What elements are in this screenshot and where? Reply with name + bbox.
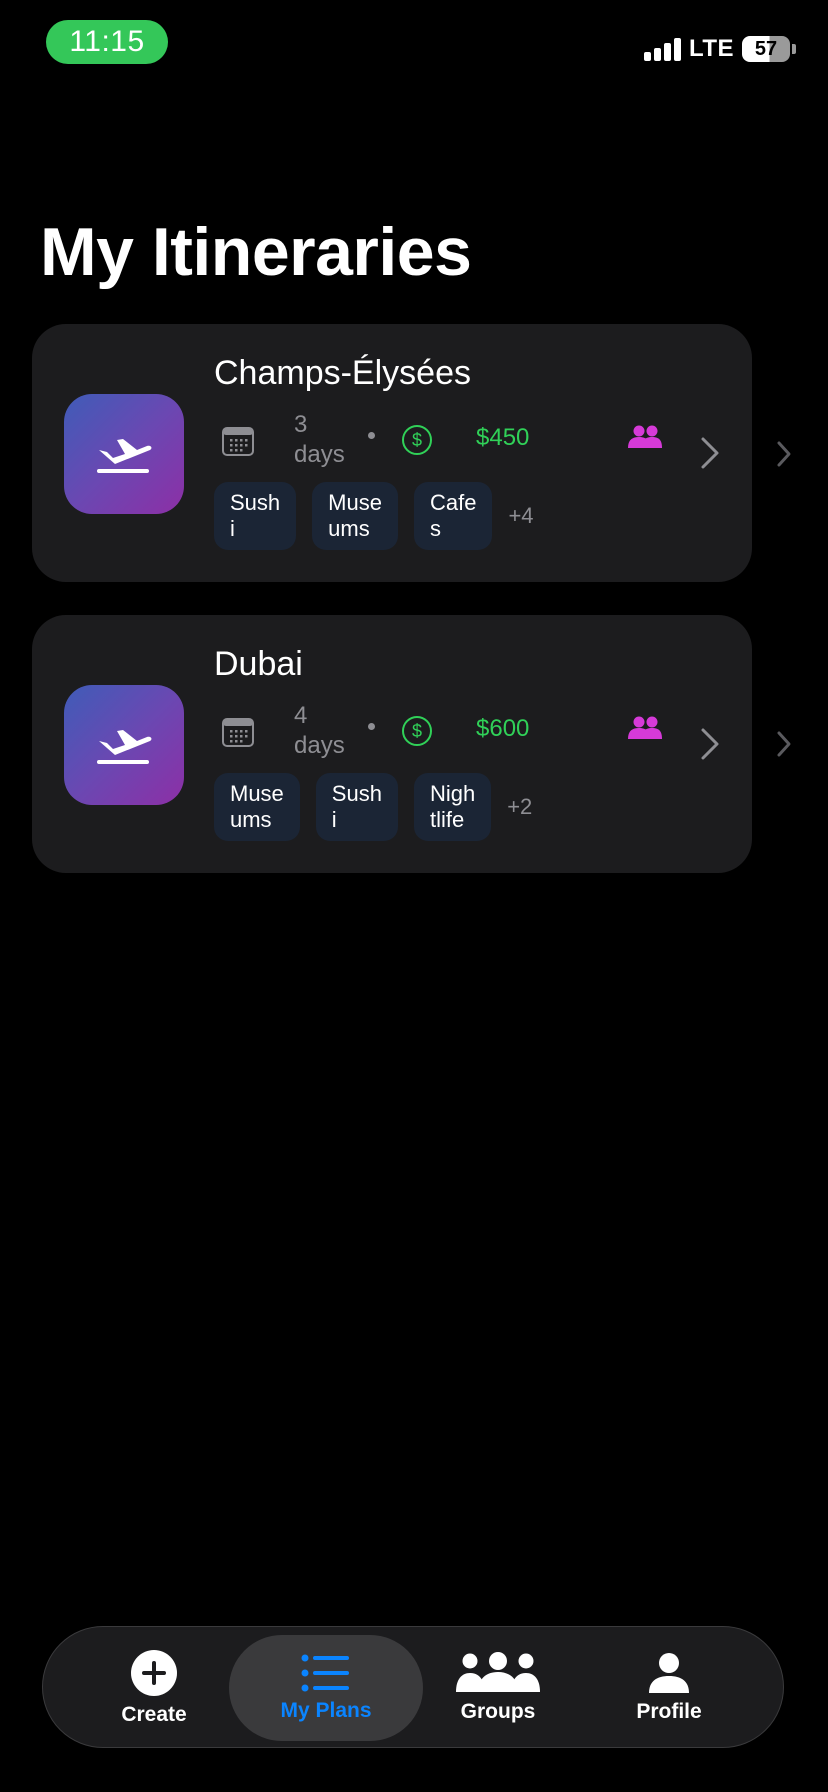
signal-icon [643,37,681,61]
duration-unit: days [294,732,345,759]
tab-create[interactable]: Create [73,1635,235,1741]
dollar-icon: $ [402,716,432,746]
chevron-right-icon[interactable] [776,730,792,758]
airplane-takeoff-icon [97,439,152,473]
duration-number: 4 [294,702,308,729]
interest-tag: Nigh tlife [413,773,492,841]
itinerary-thumbnail [64,685,184,805]
tab-groups[interactable]: Groups [403,1635,593,1741]
tab-label: My Plans [280,1699,372,1722]
network-label: LTE [688,35,734,62]
chevron-right-icon[interactable] [700,436,720,470]
price-text: $450 [476,424,530,451]
shared-group-icon [628,425,662,448]
more-tags-count: +2 [507,794,533,819]
duration-number: 3 [294,411,308,438]
list-icon [301,1654,349,1692]
status-time: 11:15 [46,20,168,64]
interest-tag: Muse ums [214,773,300,841]
duration-text: 4 days [294,701,364,761]
tab-label: Groups [460,1700,536,1723]
separator-dot [368,723,375,730]
itinerary-title: Dubai [214,645,303,683]
itinerary-card[interactable]: Dubai 4 days $ $600 Muse ums Sush i Nigh tl… [32,615,752,873]
interest-tags: Muse ums Sush i Nigh tlife +2 [214,773,532,841]
person-icon [649,1653,689,1693]
price-text: $600 [476,715,530,742]
tab-label: Profile [636,1700,702,1723]
tab-label: Create [121,1703,187,1726]
duration-text: 3 days [294,410,364,470]
dollar-icon: $ [402,425,432,455]
battery-icon: 57 [742,36,796,62]
airplane-takeoff-icon [97,730,152,764]
page-title: My Itineraries [40,214,472,290]
battery-level: 57 [742,36,790,62]
duration-unit: days [294,441,345,468]
calendar-icon [222,427,254,456]
groups-icon [456,1652,540,1692]
itinerary-card[interactable]: Champs-Élysées 3 days $ $450 Sush i Muse u… [32,324,752,582]
shared-group-icon [628,716,662,739]
interest-tag: Sush i [214,482,297,550]
tab-my-plans[interactable]: My Plans [229,1635,423,1741]
interest-tags: Sush i Muse ums Cafe s +4 [214,482,534,550]
separator-dot [368,432,375,439]
status-indicators: LTE 57 [643,34,796,64]
tab-profile[interactable]: Profile [583,1635,755,1741]
interest-tag: Sush i [315,773,398,841]
chevron-right-icon[interactable] [776,440,792,468]
plus-circle-icon [131,1650,177,1696]
interest-tag: Cafe s [413,482,493,550]
chevron-right-icon[interactable] [700,727,720,761]
more-tags-count: +4 [508,503,534,528]
tab-bar: Create My Plans Groups Profile [42,1626,784,1748]
interest-tag: Muse ums [312,482,398,550]
calendar-icon [222,718,254,747]
itinerary-title: Champs-Élysées [214,354,471,392]
itinerary-thumbnail [64,394,184,514]
